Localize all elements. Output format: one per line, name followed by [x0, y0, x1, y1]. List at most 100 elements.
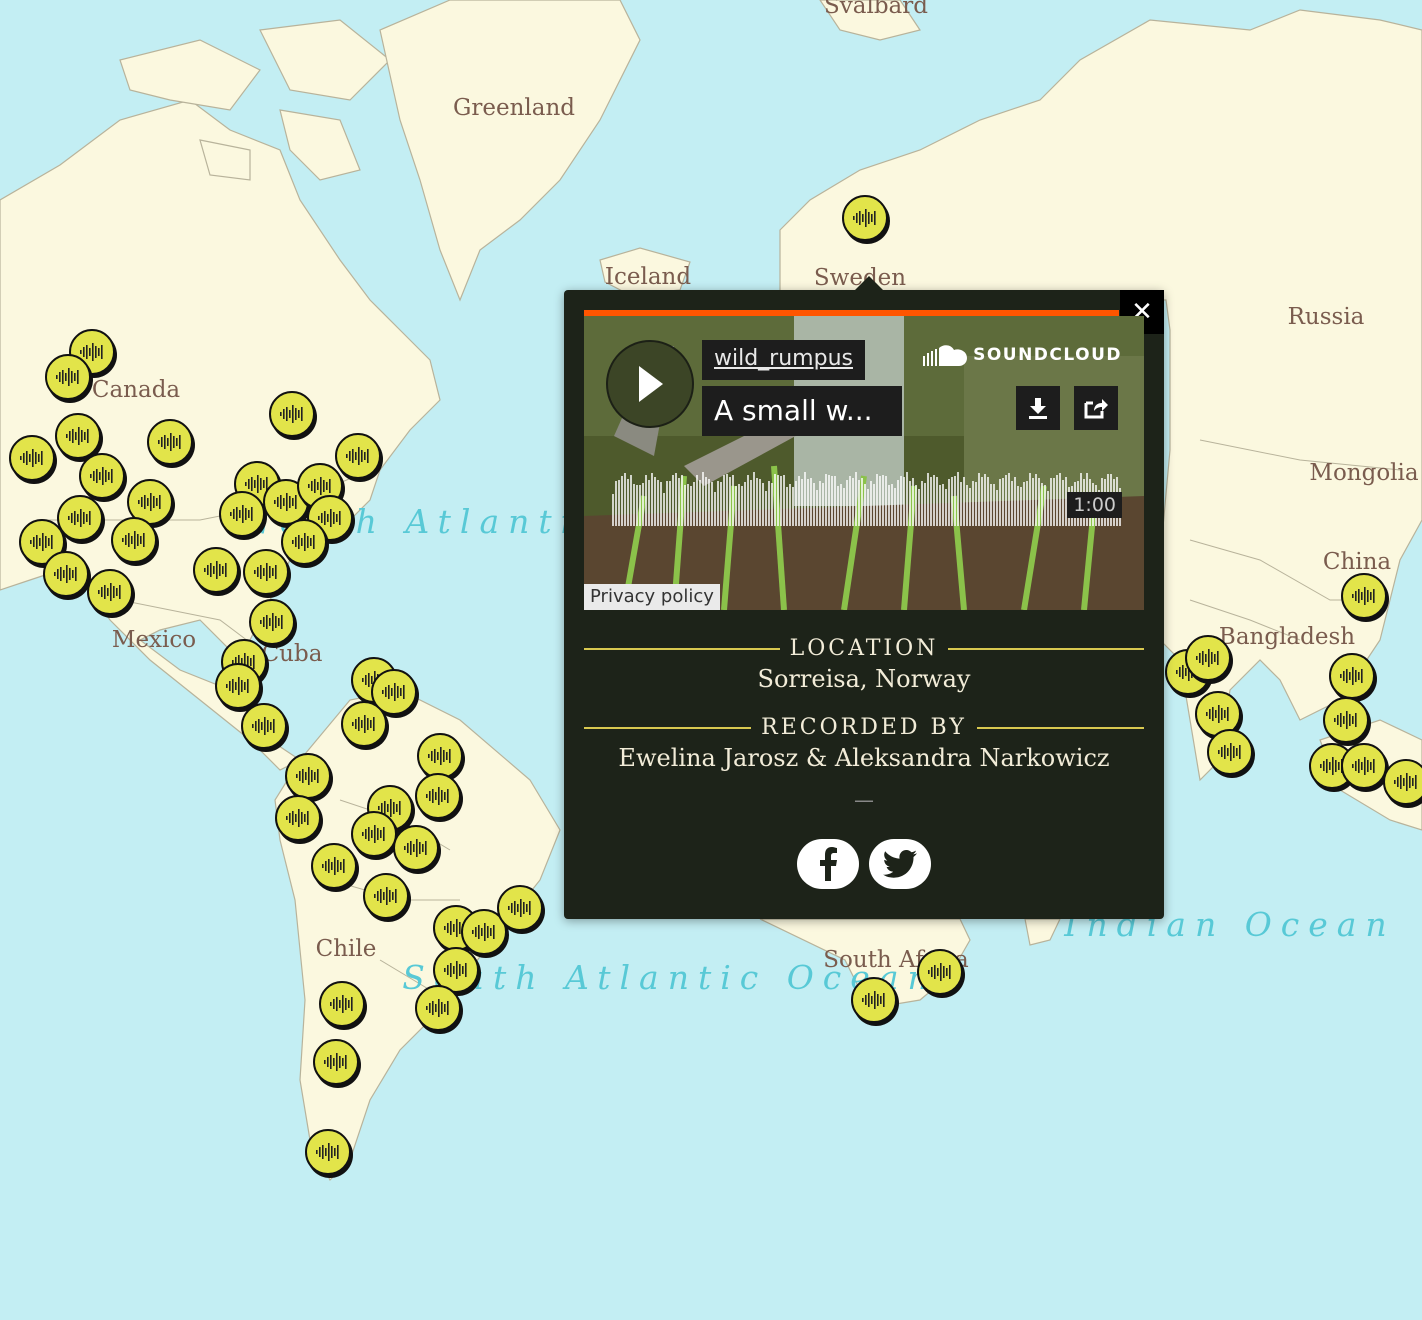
soundwave-icon [230, 505, 253, 523]
share-icon [1084, 399, 1108, 419]
soundwave-icon [374, 887, 397, 905]
soundwave-icon [286, 809, 309, 827]
sound-pin[interactable] [147, 419, 193, 465]
facebook-icon [820, 847, 837, 881]
soundwave-icon [322, 857, 345, 875]
soundwave-icon [1196, 649, 1219, 667]
sound-pin[interactable] [917, 949, 963, 995]
soundwave-icon [1206, 705, 1229, 723]
sound-pin[interactable] [241, 703, 287, 749]
sound-pin[interactable] [305, 1129, 351, 1175]
country-label-iceland: Iceland [604, 264, 692, 290]
soundwave-icon [226, 677, 249, 695]
soundwave-icon [472, 923, 495, 941]
sound-pin[interactable] [1341, 743, 1387, 789]
soundwave-icon [346, 447, 369, 465]
sound-pin[interactable] [1329, 653, 1375, 699]
share-button[interactable] [1074, 386, 1118, 430]
soundwave-icon [324, 1053, 347, 1071]
sound-pin[interactable] [43, 551, 89, 597]
country-label-chile: Chile [315, 936, 377, 962]
sound-pin[interactable] [313, 1039, 359, 1085]
soundwave-icon [352, 715, 375, 733]
play-button[interactable] [606, 340, 694, 428]
twitter-share-button[interactable] [869, 839, 931, 889]
soundwave-icon [122, 531, 145, 549]
sound-pin[interactable] [415, 773, 461, 819]
sound-pin[interactable] [79, 453, 125, 499]
soundwave-icon [20, 449, 43, 467]
divider-line [584, 726, 752, 729]
sound-pin[interactable] [1207, 729, 1253, 775]
sound-pin[interactable] [363, 873, 409, 919]
country-label-mexico: Mexico [111, 627, 197, 653]
soundwave-icon [296, 767, 319, 785]
popup-pointer [854, 276, 884, 291]
facebook-share-button[interactable] [797, 839, 859, 889]
location-section: LOCATION Sorreisa, Norway [584, 636, 1145, 693]
sound-pin[interactable] [275, 795, 321, 841]
soundwave-icon [1334, 711, 1357, 729]
privacy-policy-link[interactable]: Privacy policy [584, 584, 720, 610]
soundwave-icon [318, 509, 341, 527]
sound-pin[interactable] [351, 811, 397, 857]
divider-line [976, 726, 1145, 729]
soundwave-icon [426, 999, 449, 1017]
sound-pin[interactable] [1323, 697, 1369, 743]
sound-pin[interactable] [335, 433, 381, 479]
sound-pin[interactable] [193, 547, 239, 593]
sound-pin[interactable] [1383, 759, 1422, 805]
sound-pin[interactable] [311, 843, 357, 889]
location-heading: LOCATION [789, 636, 939, 661]
soundwave-icon [928, 963, 951, 981]
sound-pin[interactable] [219, 491, 265, 537]
soundwave-icon [30, 533, 53, 551]
download-button[interactable] [1016, 386, 1060, 430]
sound-pin[interactable] [842, 195, 888, 241]
sound-pin[interactable] [55, 413, 101, 459]
country-label-russia: Russia [1287, 304, 1365, 330]
sound-pin[interactable] [285, 753, 331, 799]
sound-pin[interactable] [243, 549, 289, 595]
soundwave-icon [508, 899, 531, 917]
sound-pin[interactable] [415, 985, 461, 1031]
track-title[interactable]: A small w... [702, 386, 902, 436]
sound-pin[interactable] [249, 599, 295, 645]
recorded-by-heading: RECORDED BY [761, 715, 967, 740]
soundwave-icon [308, 477, 331, 495]
sound-pin[interactable] [393, 825, 439, 871]
soundwave-icon [274, 493, 297, 511]
soundcloud-user-link[interactable]: wild_rumpus [702, 340, 865, 380]
sound-pin[interactable] [269, 391, 315, 437]
sound-pin[interactable] [497, 885, 543, 931]
sound-pin[interactable] [851, 977, 897, 1023]
soundwave-icon [404, 839, 427, 857]
sound-pin[interactable] [341, 701, 387, 747]
divider-line [948, 647, 1145, 650]
soundwave-icon [1394, 773, 1417, 791]
sound-pin[interactable] [1185, 635, 1231, 681]
sound-pin[interactable] [9, 435, 55, 481]
sound-pin[interactable] [215, 663, 261, 709]
soundwave-icon [204, 561, 227, 579]
sound-pin[interactable] [111, 517, 157, 563]
sound-pin[interactable] [1341, 573, 1387, 619]
divider-line [584, 647, 780, 650]
sound-pin[interactable] [281, 519, 327, 565]
sound-pin[interactable] [87, 569, 133, 615]
sound-pin[interactable] [319, 981, 365, 1027]
soundwave-icon [254, 563, 277, 581]
soundwave-icon [1218, 743, 1241, 761]
country-label-mongolia: Mongolia [1309, 460, 1419, 486]
soundwave-icon [68, 509, 91, 527]
country-label-greenland: Greenland [452, 95, 576, 121]
soundwave-icon [853, 209, 876, 227]
soundwave-icon [428, 747, 451, 765]
country-label-china: China [1322, 549, 1392, 575]
soundwave-icon [90, 467, 113, 485]
location-value: Sorreisa, Norway [757, 665, 971, 693]
soundcloud-logo[interactable]: SOUNDCLOUD [923, 344, 1122, 366]
sound-pin[interactable] [45, 354, 91, 400]
soundwave-icon [252, 717, 275, 735]
country-label-canada: Canada [91, 377, 181, 403]
